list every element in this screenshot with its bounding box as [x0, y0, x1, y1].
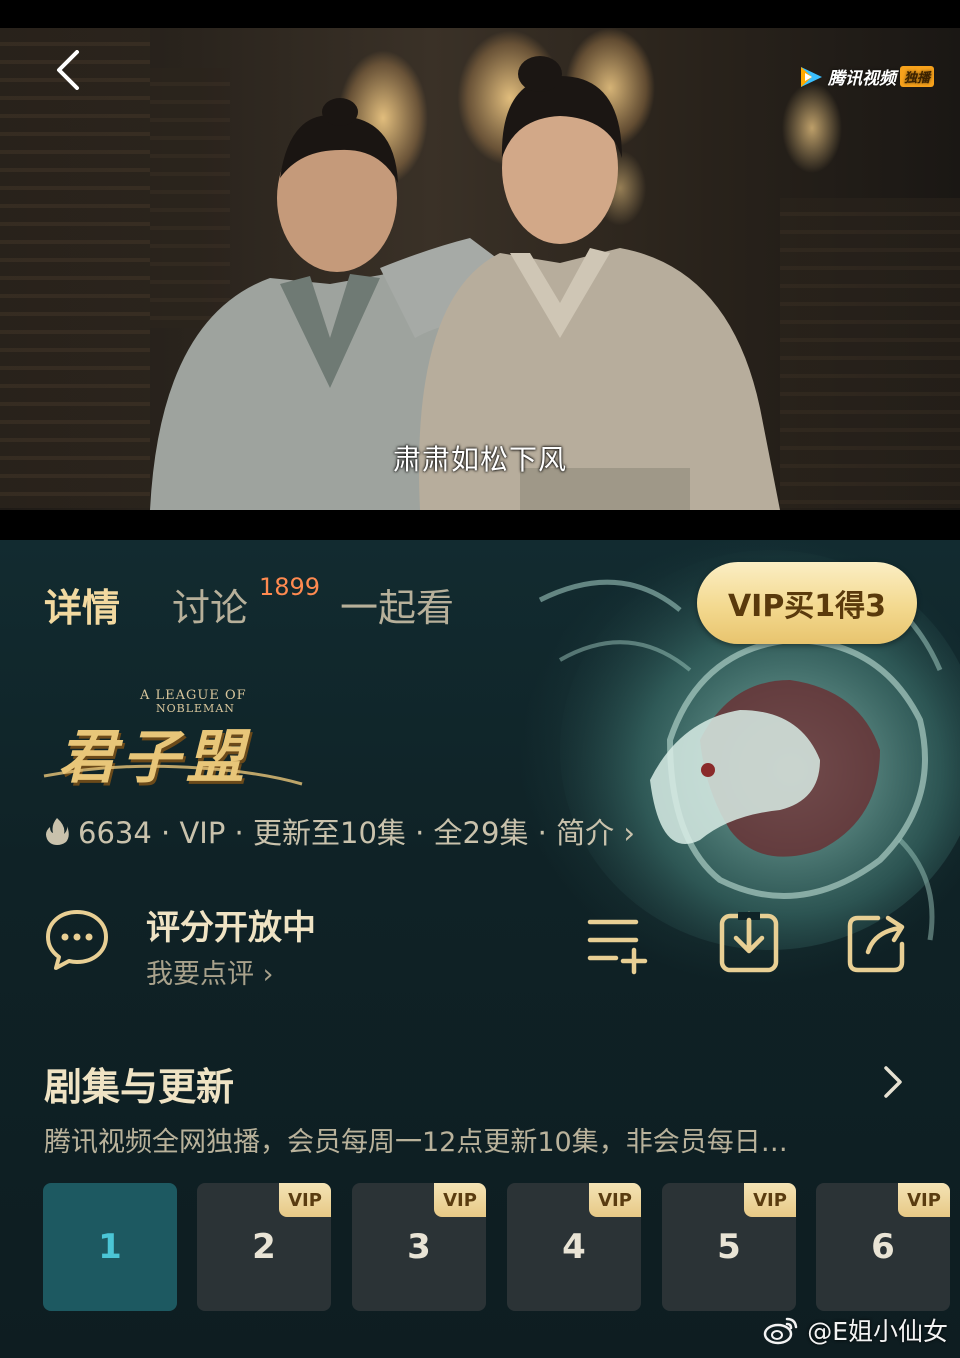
logo-brush-stroke [43, 764, 303, 786]
rating-entry[interactable]: 评分开放中 我要点评 › [44, 894, 364, 994]
episodes-description: 腾讯视频全网独播，会员每周一12点更新10集，非会员每日… [44, 1127, 788, 1158]
episode-number: 2 [252, 1227, 276, 1267]
comment-bubble-icon [46, 910, 108, 970]
episode-button[interactable]: VIP 4 [507, 1183, 641, 1311]
episode-button[interactable]: VIP 5 [662, 1183, 796, 1311]
weibo-watermark: @E姐小仙女 [763, 1312, 948, 1348]
download-icon[interactable] [716, 910, 782, 976]
brand-text: 腾讯视频 [827, 69, 896, 89]
vip-badge: VIP [898, 1183, 950, 1217]
vip-badge: VIP [589, 1183, 641, 1217]
episodes-section-title: 剧集与更新 [44, 1065, 235, 1109]
rating-action: 我要点评 › [146, 959, 274, 990]
vip-promo-button[interactable]: VIP买1得3 [697, 562, 917, 644]
share-icon[interactable] [844, 910, 910, 976]
episode-button[interactable]: 1 [43, 1183, 177, 1311]
detail-panel: 详情 讨论 1899 一起看 VIP买1得3 A LEAGUE OF NOBLE… [0, 540, 960, 1358]
episode-number: 5 [717, 1227, 741, 1267]
bookshelf-left [0, 28, 150, 508]
episode-button[interactable]: VIP 2 [197, 1183, 331, 1311]
episode-button[interactable]: VIP 6 [816, 1183, 950, 1311]
vip-badge: VIP [279, 1183, 331, 1217]
detail-tabs: 详情 讨论 1899 一起看 [44, 573, 506, 632]
flame-icon [46, 818, 69, 845]
back-button[interactable] [46, 48, 90, 92]
chevron-right-icon[interactable] [872, 1062, 912, 1102]
video-subtitle: 肃肃如松下风 [392, 443, 567, 476]
tab-watch-together[interactable]: 一起看 [340, 577, 454, 632]
episode-number: 4 [562, 1227, 586, 1267]
tab-details[interactable]: 详情 [44, 577, 120, 632]
video-player[interactable]: 腾讯视频 独播 肃肃如松下风 [0, 28, 960, 510]
tab-discuss-label: 讨论 [172, 586, 249, 630]
exclusive-tag: 独播 [899, 66, 934, 87]
vip-badge: VIP [434, 1183, 486, 1217]
discuss-count-badge: 1899 [258, 573, 321, 601]
episode-button[interactable]: VIP 3 [352, 1183, 486, 1311]
add-to-playlist-icon[interactable] [586, 910, 652, 976]
episode-number: 1 [98, 1227, 122, 1267]
show-meta-text: 6634 · VIP · 更新至10集 · 全29集 · 简介 › [78, 816, 635, 850]
watermark-text: @E姐小仙女 [807, 1317, 948, 1346]
tab-discuss[interactable]: 讨论 1899 [172, 573, 320, 632]
episode-number: 6 [871, 1227, 895, 1267]
tencent-video-logo: 腾讯视频 独播 [798, 64, 934, 89]
show-meta[interactable]: 6634 · VIP · 更新至10集 · 全29集 · 简介 › [44, 810, 635, 852]
chevron-left-icon [57, 50, 79, 90]
tencent-video-icon [800, 66, 822, 87]
rating-title: 评分开放中 [146, 908, 316, 948]
show-title-logo: A LEAGUE OF NOBLEMAN 君子盟 [40, 688, 310, 798]
vip-badge: VIP [744, 1183, 796, 1217]
weibo-icon [763, 1317, 798, 1345]
logo-english-line1: A LEAGUE OF [140, 688, 247, 703]
episode-number: 3 [407, 1227, 431, 1267]
